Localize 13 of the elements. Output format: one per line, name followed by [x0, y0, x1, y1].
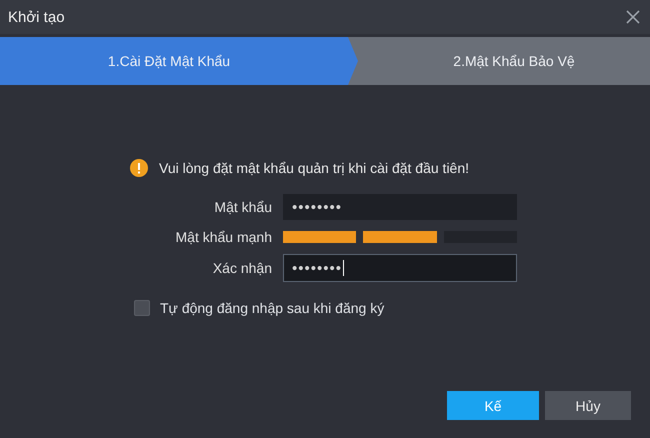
- cancel-button[interactable]: Hủy: [545, 391, 631, 420]
- checkbox-label: Tự động đăng nhập sau khi đăng ký: [160, 300, 384, 316]
- window-title: Khởi tạo: [8, 8, 65, 26]
- notice-text: Vui lòng đặt mật khẩu quản trị khi cài đặt đầu tiên!: [159, 160, 470, 176]
- step-tab[interactable]: 1.Cài Đặt Mật Khẩu: [0, 37, 358, 85]
- field-label: Mật khẩu: [213, 199, 272, 215]
- field-label: Mật khẩu mạnh: [174, 229, 272, 245]
- warning-icon: [130, 159, 148, 177]
- checkbox[interactable]: [134, 300, 150, 316]
- close-icon[interactable]: [626, 10, 640, 24]
- field-label: Xác nhận: [212, 260, 272, 276]
- password-field[interactable]: ••••••••: [283, 254, 517, 282]
- password-field[interactable]: ••••••••: [283, 194, 517, 220]
